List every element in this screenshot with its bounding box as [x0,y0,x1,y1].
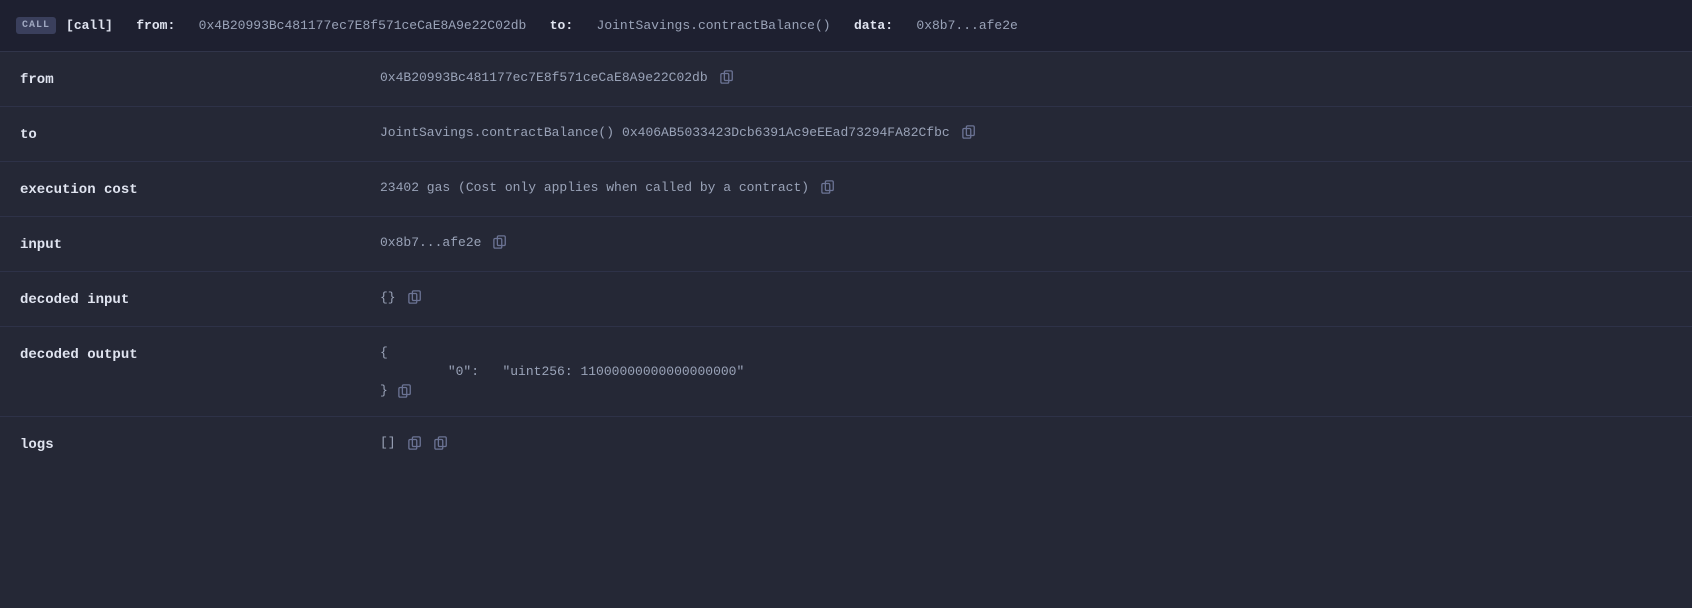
from-value: 0x4B20993Bc481177ec7E8f571ceCaE8A9e22C02… [380,70,1672,85]
from-address: 0x4B20993Bc481177ec7E8f571ceCaE8A9e22C02… [380,70,708,85]
decoded-output-block: { "0": "uint256: 11000000000000000000" } [380,345,744,398]
to-label-actual: to [20,125,380,143]
decoded-output-entry-val: "uint256: 11000000000000000000" [502,364,744,379]
logs-value: [] [380,435,1672,450]
header-data-value: 0x8b7...afe2e [916,18,1017,33]
execution-cost-text: 23402 gas (Cost only applies when called… [380,180,809,195]
execution-cost-copy-icon[interactable] [821,180,835,194]
to-value: JointSavings.contractBalance() 0x406AB50… [380,125,1672,140]
call-badge: CALL [16,17,56,34]
header-call-label: [call] [66,18,113,33]
header-text: [call] from: 0x4B20993Bc481177ec7E8f571c… [66,18,1018,33]
input-copy-icon[interactable] [493,235,507,249]
to-func: JointSavings.contractBalance() [380,125,614,140]
decoded-output-row: decoded output { "0": "uint256: 11000000… [0,327,1692,417]
input-text: 0x8b7...afe2e [380,235,481,250]
decoded-output-open-brace: { [380,345,744,360]
decoded-input-text: {} [380,290,396,305]
logs-row: logs [] [0,417,1692,471]
decoded-output-close-brace: } [380,383,388,398]
execution-cost-row: execution cost 23402 gas (Cost only appl… [0,162,1692,217]
input-label: input [20,235,380,253]
logs-label: logs [20,435,380,453]
execution-cost-value: 23402 gas (Cost only applies when called… [380,180,1672,195]
decoded-output-entry-key: "0": [448,364,479,379]
decoded-input-label: decoded input [20,290,380,308]
decoded-input-copy-icon[interactable] [408,290,422,304]
header-data-label: data: [854,18,893,33]
to-label-text: to [20,127,37,143]
execution-cost-label: execution cost [20,180,380,198]
to-addr: 0x406AB5033423Dcb6391Ac9eEEad73294FA82Cf… [622,125,950,140]
to-copy-icon[interactable] [962,125,976,139]
header-from-label: from: [136,18,175,33]
decoded-output-label: decoded output [20,345,380,363]
decoded-output-value: { "0": "uint256: 11000000000000000000" } [380,345,1672,398]
header-from-address: 0x4B20993Bc481177ec7E8f571ceCaE8A9e22C02… [199,18,527,33]
input-row: input 0x8b7...afe2e [0,217,1692,272]
decoded-output-entry: "0": "uint256: 11000000000000000000" [380,364,744,379]
to-row: to JointSavings.contractBalance() 0x406A… [0,107,1692,162]
from-label: from [20,70,380,88]
header-to-label: to: [550,18,573,33]
decoded-output-close-line: } [380,383,744,398]
decoded-input-row: decoded input {} [0,272,1692,327]
logs-copy-icon-1[interactable] [408,436,422,450]
logs-text: [] [380,435,396,450]
decoded-input-value: {} [380,290,1672,305]
header-to-value: JointSavings.contractBalance() [597,18,831,33]
from-row: from 0x4B20993Bc481177ec7E8f571ceCaE8A9e… [0,52,1692,107]
content: from 0x4B20993Bc481177ec7E8f571ceCaE8A9e… [0,52,1692,471]
header-bar: CALL [call] from: 0x4B20993Bc481177ec7E8… [0,0,1692,52]
logs-copy-icon-2[interactable] [434,436,448,450]
input-value: 0x8b7...afe2e [380,235,1672,250]
from-copy-icon[interactable] [720,70,734,84]
decoded-output-copy-icon[interactable] [398,384,412,398]
